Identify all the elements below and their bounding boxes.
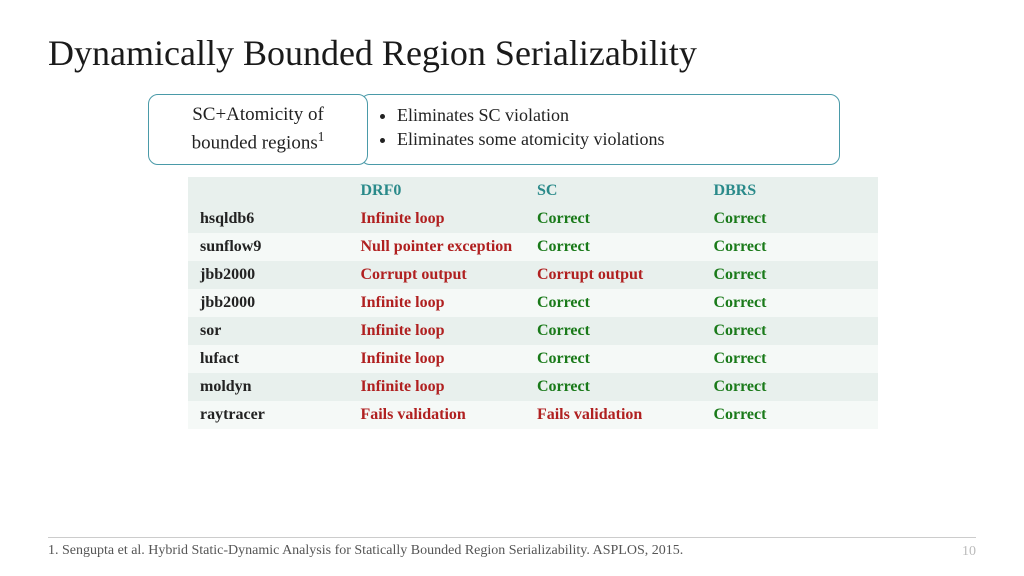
cell-sc: Corrupt output [525, 261, 702, 289]
cell-drf0: Infinite loop [348, 289, 525, 317]
cell-dbrs: Correct [701, 345, 878, 373]
cell-sc: Correct [525, 345, 702, 373]
bullet-1: Eliminates SC violation [397, 103, 819, 127]
th-dbrs: DBRS [701, 177, 878, 205]
table-header-row: DRF0 SC DBRS [188, 177, 878, 205]
table-row: hsqldb6Infinite loopCorrectCorrect [188, 205, 878, 233]
cell-drf0: Infinite loop [348, 205, 525, 233]
cell-benchmark: sor [188, 317, 348, 345]
cell-sc: Correct [525, 233, 702, 261]
cell-dbrs: Correct [701, 233, 878, 261]
table-row: moldynInfinite loopCorrectCorrect [188, 373, 878, 401]
bullet-2: Eliminates some atomicity violations [397, 127, 819, 151]
box-eliminates: Eliminates SC violation Eliminates some … [360, 94, 840, 165]
th-blank [188, 177, 348, 205]
footer: 1. Sengupta et al. Hybrid Static-Dynamic… [48, 537, 976, 560]
cell-sc: Correct [525, 317, 702, 345]
table-row: jbb2000Corrupt outputCorrupt outputCorre… [188, 261, 878, 289]
cell-sc: Correct [525, 373, 702, 401]
cell-benchmark: lufact [188, 345, 348, 373]
cell-dbrs: Correct [701, 317, 878, 345]
page-number: 10 [962, 542, 976, 560]
cell-benchmark: jbb2000 [188, 289, 348, 317]
cell-benchmark: raytracer [188, 401, 348, 429]
cell-drf0: Fails validation [348, 401, 525, 429]
cell-dbrs: Correct [701, 261, 878, 289]
results-table-wrap: DRF0 SC DBRS hsqldb6Infinite loopCorrect… [188, 177, 878, 429]
cell-sc: Correct [525, 289, 702, 317]
results-table: DRF0 SC DBRS hsqldb6Infinite loopCorrect… [188, 177, 878, 429]
info-boxes: SC+Atomicity of bounded regions1 Elimina… [148, 94, 976, 165]
cell-dbrs: Correct [701, 401, 878, 429]
cell-drf0: Infinite loop [348, 345, 525, 373]
cell-drf0: Corrupt output [348, 261, 525, 289]
box-left-sup: 1 [318, 129, 325, 144]
table-row: sunflow9Null pointer exceptionCorrectCor… [188, 233, 878, 261]
cell-benchmark: sunflow9 [188, 233, 348, 261]
cell-drf0: Infinite loop [348, 317, 525, 345]
cell-dbrs: Correct [701, 373, 878, 401]
cell-drf0: Null pointer exception [348, 233, 525, 261]
th-sc: SC [525, 177, 702, 205]
box-left-line2: bounded regions [192, 132, 318, 153]
footnote: 1. Sengupta et al. Hybrid Static-Dynamic… [48, 542, 683, 560]
cell-sc: Correct [525, 205, 702, 233]
table-row: raytracerFails validationFails validatio… [188, 401, 878, 429]
cell-dbrs: Correct [701, 205, 878, 233]
table-row: jbb2000Infinite loopCorrectCorrect [188, 289, 878, 317]
box-sc-atomicity: SC+Atomicity of bounded regions1 [148, 94, 368, 165]
cell-sc: Fails validation [525, 401, 702, 429]
slide-title: Dynamically Bounded Region Serializabili… [48, 32, 976, 74]
cell-benchmark: hsqldb6 [188, 205, 348, 233]
table-row: lufactInfinite loopCorrectCorrect [188, 345, 878, 373]
cell-benchmark: jbb2000 [188, 261, 348, 289]
box-left-line1: SC+Atomicity of [192, 104, 324, 125]
cell-dbrs: Correct [701, 289, 878, 317]
cell-benchmark: moldyn [188, 373, 348, 401]
th-drf0: DRF0 [348, 177, 525, 205]
cell-drf0: Infinite loop [348, 373, 525, 401]
table-row: sorInfinite loopCorrectCorrect [188, 317, 878, 345]
